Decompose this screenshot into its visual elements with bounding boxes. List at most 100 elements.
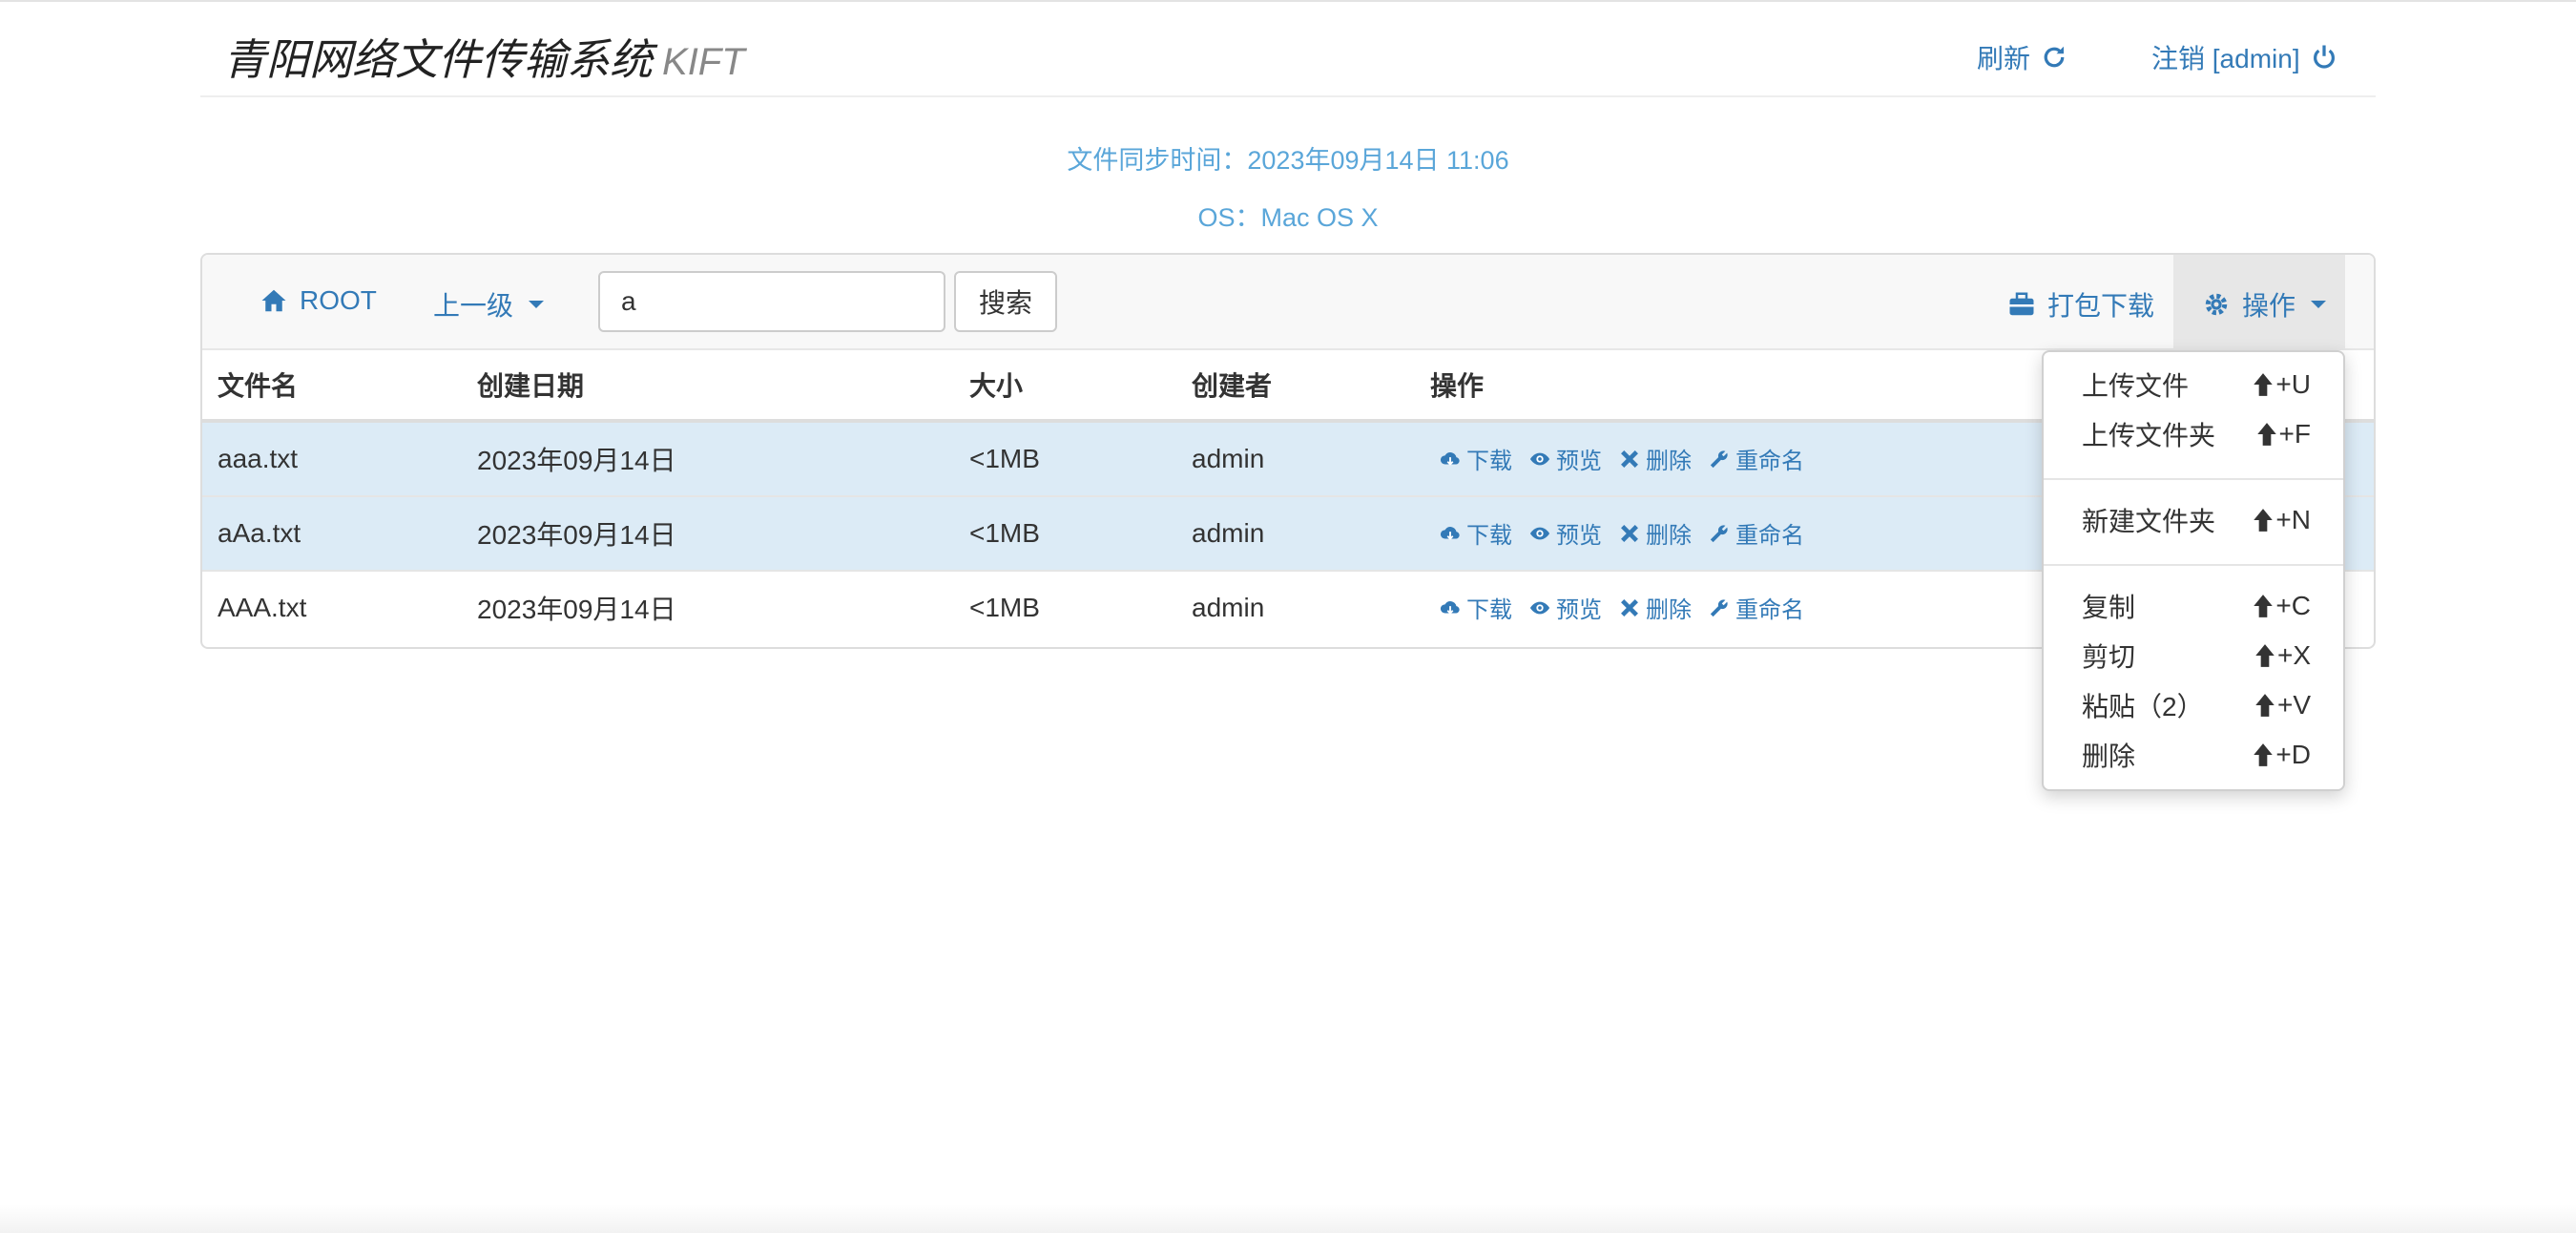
shortcut-key: +F [2278,419,2311,449]
cell-creator: admin [1176,495,1415,571]
download-action-label: 下载 [1466,523,1512,550]
rename-action-label: 重命名 [1735,523,1804,550]
cloud-download-icon [1440,451,1460,466]
shift-arrow-icon [2254,595,2274,617]
refresh-icon [2044,46,2065,68]
briefcase-icon [2009,292,2034,316]
cloud-download-icon [1440,526,1460,540]
menu-divider [2044,478,2343,480]
os-value: Mac OS X [1260,203,1379,232]
menu-item-label: 上传文件 [2082,371,2190,401]
close-icon [1621,598,1638,616]
brand-title: 青阳网络文件传输系统 [223,35,654,84]
bottom-edge [0,1204,2576,1233]
wrench-icon [1710,450,1728,468]
eye-icon [1529,601,1550,615]
preview-action[interactable]: 预览 [1529,591,1602,624]
delete-action[interactable]: 删除 [1619,516,1692,550]
logout-label: 注销 [admin] [2151,44,2300,73]
shortcut-key: +D [2275,740,2311,769]
power-icon [2313,45,2335,69]
refresh-label: 刷新 [1977,44,2031,73]
shortcut-key: +V [2276,690,2311,720]
os-line: OS：Mac OS X [0,197,2576,234]
shift-arrow-icon [2256,423,2276,446]
shortcut-key: +X [2276,640,2311,670]
rename-action[interactable]: 重命名 [1709,591,1804,624]
shortcut: +N [2253,505,2311,535]
close-icon [1621,449,1638,468]
shortcut: +U [2253,369,2311,400]
eye-icon [1529,527,1550,540]
menu-item-paste[interactable]: 粘贴（2） +V [2082,686,2311,724]
logout-button[interactable]: 注销 [admin] [2151,38,2338,76]
menu-item-label: 剪切 [2082,642,2136,672]
wrench-icon [1710,525,1728,542]
cell-creator: admin [1176,570,1415,644]
cell-filename[interactable]: AAA.txt [202,570,462,644]
search-input[interactable] [598,271,945,332]
root-label: ROOT [300,285,377,315]
menu-item-upload-folder[interactable]: 上传文件夹 +F [2082,415,2311,453]
delete-action[interactable]: 删除 [1619,442,1692,475]
menu-item-cut[interactable]: 剪切 +X [2082,637,2311,675]
cell-creator: admin [1176,420,1415,496]
operations-toggle-content: 操作 [2202,285,2327,324]
shortcut-key: +C [2275,591,2311,620]
preview-action[interactable]: 预览 [1529,442,1602,475]
cell-filename[interactable]: aAa.txt [202,495,462,571]
rename-action-label: 重命名 [1735,449,1804,475]
cell-filename[interactable]: aaa.txt [202,420,462,496]
column-header-filename[interactable]: 文件名 [202,350,462,423]
refresh-button[interactable]: 刷新 [1977,38,2068,76]
rename-action-label: 重命名 [1735,597,1804,624]
pack-download-button[interactable]: 打包下载 [2007,285,2154,324]
column-header-creator[interactable]: 创建者 [1176,350,1415,423]
operations-dropdown-toggle[interactable]: 操作 [2173,255,2345,348]
parent-dir-button[interactable]: 上一级 [433,285,545,324]
search-button[interactable]: 搜索 [954,271,1057,332]
rename-action[interactable]: 重命名 [1709,516,1804,550]
preview-action-label: 预览 [1556,449,1602,475]
menu-item-delete[interactable]: 删除 +D [2082,736,2311,774]
operations-label: 操作 [2242,291,2296,321]
gear-icon [2205,293,2228,316]
shift-arrow-icon [2254,509,2274,532]
preview-action-label: 预览 [1556,597,1602,624]
shift-arrow-icon [2255,694,2275,717]
download-action[interactable]: 下载 [1440,591,1512,624]
cell-size: <1MB [954,495,1176,571]
root-button[interactable]: ROOT [260,285,377,316]
delete-action-label: 删除 [1646,449,1692,475]
download-action[interactable]: 下载 [1440,516,1512,550]
operations-menu: 上传文件 +U 上传文件夹 +F 新建文件夹 +N 复制 +C 剪切 +X 粘贴… [2042,350,2345,791]
chevron-down-icon [2311,301,2327,308]
preview-action-label: 预览 [1556,523,1602,550]
shortcut: +V [2254,690,2311,721]
column-header-date[interactable]: 创建日期 [462,350,954,423]
download-action-label: 下载 [1466,449,1512,475]
rename-action[interactable]: 重命名 [1709,442,1804,475]
menu-item-label: 删除 [2082,742,2136,771]
wrench-icon [1710,599,1728,616]
download-action-label: 下载 [1466,597,1512,624]
page-header: 青阳网络文件传输系统 KIFT 刷新 注销 [admin] [200,2,2376,97]
preview-action[interactable]: 预览 [1529,516,1602,550]
download-action[interactable]: 下载 [1440,442,1512,475]
shortcut: +X [2254,640,2311,671]
menu-item-copy[interactable]: 复制 +C [2082,587,2311,625]
shift-arrow-icon [2255,644,2275,667]
cell-date: 2023年09月14日 [462,495,954,571]
menu-item-label: 复制 [2082,593,2136,622]
shortcut: +C [2253,591,2311,621]
delete-action[interactable]: 删除 [1619,591,1692,624]
shortcut-key: +U [2275,369,2311,399]
menu-item-new-folder[interactable]: 新建文件夹 +N [2082,501,2311,539]
menu-item-upload-file[interactable]: 上传文件 +U [2082,366,2311,404]
cell-date: 2023年09月14日 [462,570,954,644]
menu-item-label: 新建文件夹 [2082,507,2216,536]
brand[interactable]: 青阳网络文件传输系统 KIFT [223,25,745,87]
delete-action-label: 删除 [1646,597,1692,624]
sync-time-line: 文件同步时间：2023年09月14日 11:06 [0,139,2576,177]
column-header-size[interactable]: 大小 [954,350,1176,423]
